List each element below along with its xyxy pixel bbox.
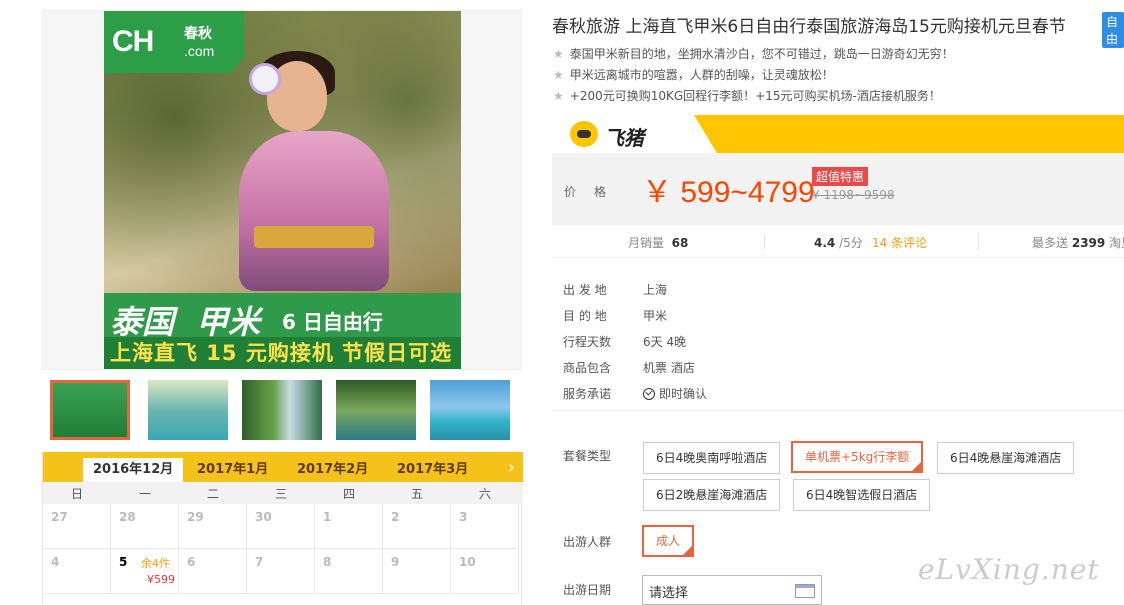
calendar-cell: 27	[43, 504, 111, 549]
thumbnail-waterfall[interactable]	[242, 380, 322, 440]
includes-row: 商品包含 机票 酒店	[563, 361, 695, 375]
dress-shape	[239, 131, 389, 291]
thumbnail-strip	[50, 378, 522, 444]
calendar-month-tabs: 2016年12月 2017年1月 2017年2月 2017年3月 ›	[43, 452, 523, 482]
weekday: 五	[410, 487, 423, 501]
logo-sub: .com	[184, 43, 215, 59]
calendar-cell: 28	[111, 504, 179, 549]
original-price: ¥ 1198~9598	[812, 188, 895, 202]
chevron-right-icon[interactable]: ›	[508, 457, 515, 478]
logo-cn: 春秋	[184, 26, 212, 42]
price-box: 价格 ￥ 599~4799 超值特惠 ¥ 1198~9598	[552, 153, 1124, 225]
star-icon: ★	[553, 68, 564, 82]
departure-calendar: 2016年12月 2017年1月 2017年2月 2017年3月 › 日 一 二…	[42, 452, 523, 605]
thumbnail-island[interactable]	[430, 380, 510, 440]
thumbnail-thai-woman[interactable]	[50, 380, 130, 440]
star-icon: ★	[553, 47, 564, 61]
stats-bar: 月销量 68 4.4 /5分 14 条评论 最多送 2399 淘里	[552, 226, 1124, 258]
calendar-day: 5	[119, 555, 128, 569]
ch-logo: CH 春秋 .com	[104, 11, 244, 73]
package-option[interactable]: 6日4晚悬崖海滩酒店	[937, 442, 1075, 474]
group-option-selected[interactable]: 成人	[642, 525, 695, 557]
weekday-header: 日 一 二 三 四 五 六	[43, 482, 523, 504]
tab-month-2[interactable]: 2017年1月	[187, 458, 278, 482]
gallery: CH 春秋 .com 泰国 甲米 6 日自由行 上海直飞 15 元购接机 节假日可选…	[42, 10, 523, 605]
banner-dest2: 甲米	[196, 303, 261, 341]
package-option-selected[interactable]: 单机票+5kg行李额	[791, 441, 924, 473]
calendar-cell: 4	[43, 549, 111, 594]
weekday: 一	[138, 487, 151, 501]
calendar-price: ¥599	[147, 573, 175, 586]
calendar-cell: 7	[247, 549, 315, 594]
flower-icon	[252, 66, 278, 92]
tab-month-4[interactable]: 2017年3月	[387, 458, 478, 482]
check-circle-icon	[643, 388, 655, 400]
date-placeholder: 请选择	[649, 586, 689, 601]
thumbnail-lagoon[interactable]	[148, 380, 228, 440]
fliggy-name: 飞猪	[604, 126, 644, 150]
travel-date-input[interactable]: 请选择	[642, 575, 822, 605]
weekday: 四	[342, 487, 355, 501]
points: 最多送 2399 淘里	[1032, 236, 1124, 250]
date-label: 出游日期	[563, 583, 612, 597]
product-title: 春秋旅游 上海直飞甲米6日自由行泰国旅游海岛15元购接机元旦春节	[552, 17, 1066, 37]
banner-trip: 6 日自由行	[282, 310, 383, 334]
departure-row: 出 发 地上海	[563, 283, 668, 297]
belt-shape	[254, 226, 374, 248]
calendar-stock: 余4件	[141, 557, 170, 570]
calendar-cell: 1	[315, 504, 383, 549]
fliggy-logo-icon	[570, 121, 598, 147]
title-tag: 自由	[1102, 12, 1124, 48]
promo-badge: 超值特惠	[812, 167, 869, 186]
feature-item: ★ +200元可换购10KG回程行李额！+15元可购买机场-酒店接机服务！	[553, 89, 941, 103]
calendar-cell-available[interactable]: 5 余4件 ¥599	[111, 549, 179, 594]
feature-item: ★ 甲米远离城市的喧嚣，人群的刮噪，让灵魂放松！	[553, 68, 834, 82]
product-detail: 春秋旅游 上海直飞甲米6日自由行泰国旅游海岛15元购接机元旦春节 自由 ★ 泰国甲…	[551, 0, 1124, 605]
package-label: 套餐类型	[563, 449, 612, 463]
calendar-cell: 6	[179, 549, 247, 594]
calendar-cell: 10	[451, 549, 519, 594]
calendar-cell: 29	[179, 504, 247, 549]
calendar-icon[interactable]	[795, 584, 815, 598]
tab-month-3[interactable]: 2017年2月	[287, 458, 378, 482]
calendar-cell: 9	[383, 549, 451, 594]
package-option[interactable]: 6日4晚奥南呼啦酒店	[643, 442, 781, 474]
watermark: eLvXing.net	[918, 553, 1100, 586]
monthly-sales: 月销量 68	[628, 236, 689, 250]
fliggy-bar: 飞猪	[552, 115, 1124, 153]
calendar-cell: 3	[451, 504, 519, 549]
banner-dest1: 泰国	[110, 303, 175, 341]
rating: 4.4 /5分	[814, 236, 863, 250]
weekday: 六	[478, 487, 491, 501]
review-count-link[interactable]: 14 条评论	[872, 234, 927, 251]
weekday: 日	[70, 487, 83, 501]
feature-item: ★ 泰国甲米新目的地，坐拥水清沙白，您不可错过，跳岛一日游奇幻无穷！	[553, 47, 954, 61]
promo-banner: 泰国 甲米 6 日自由行 上海直飞 15 元购接机 节假日可选	[104, 293, 461, 369]
package-option[interactable]: 6日2晚悬崖海滩酒店	[643, 479, 781, 511]
logo-brand: CH	[112, 25, 154, 58]
calendar-cell: 8	[315, 549, 383, 594]
weekday: 二	[206, 487, 219, 501]
service-row: 服务承诺 即时确认	[563, 387, 708, 401]
star-icon: ★	[553, 89, 564, 103]
group-label: 出游人群	[563, 535, 612, 549]
price-label: 价格	[564, 185, 625, 199]
price-value: ￥ 599~4799	[642, 176, 815, 209]
tab-month-1[interactable]: 2016年12月	[83, 458, 184, 482]
thumbnail-long-tail-boat[interactable]	[336, 380, 416, 440]
destination-row: 目 的 地甲米	[563, 309, 668, 323]
weekday: 三	[274, 487, 287, 501]
package-option[interactable]: 6日4晚智选假日酒店	[793, 479, 931, 511]
calendar-cell: 30	[247, 504, 315, 549]
main-image-frame: CH 春秋 .com 泰国 甲米 6 日自由行 上海直飞 15 元购接机 节假日可选	[42, 10, 522, 370]
banner-slogan: 上海直飞 15 元购接机 节假日可选	[104, 337, 461, 369]
calendar-cell: 2	[383, 504, 451, 549]
main-product-image[interactable]: CH 春秋 .com 泰国 甲米 6 日自由行 上海直飞 15 元购接机 节假日可选	[104, 11, 461, 369]
duration-row: 行程天数 6天 4晚	[563, 335, 687, 349]
